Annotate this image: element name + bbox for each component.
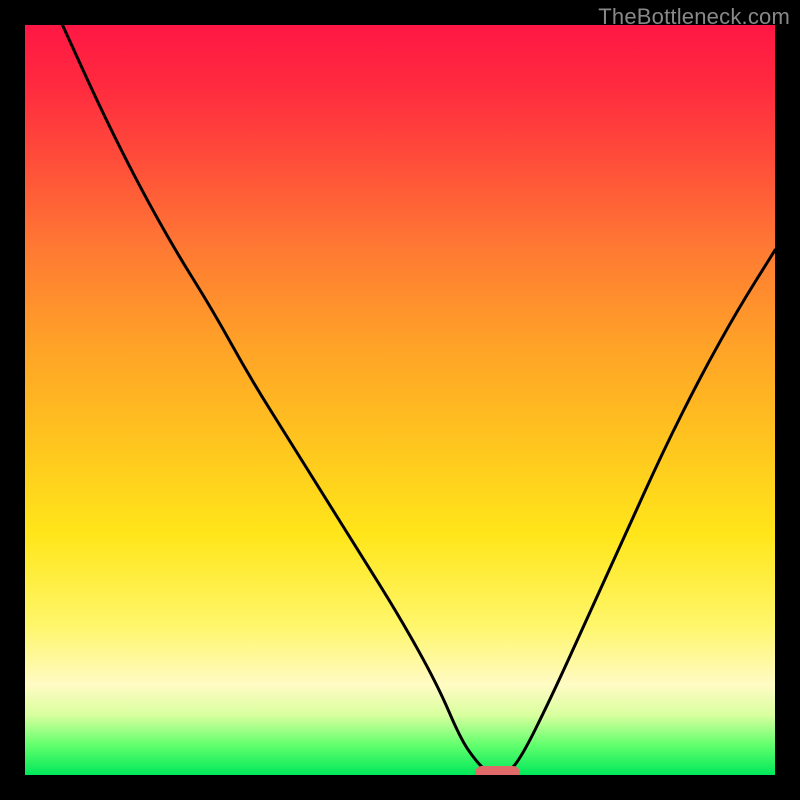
plot-area — [25, 25, 775, 775]
chart-frame: TheBottleneck.com — [0, 0, 800, 800]
bottleneck-curve — [25, 25, 775, 775]
curve-path — [63, 25, 776, 775]
optimum-marker — [475, 766, 520, 775]
